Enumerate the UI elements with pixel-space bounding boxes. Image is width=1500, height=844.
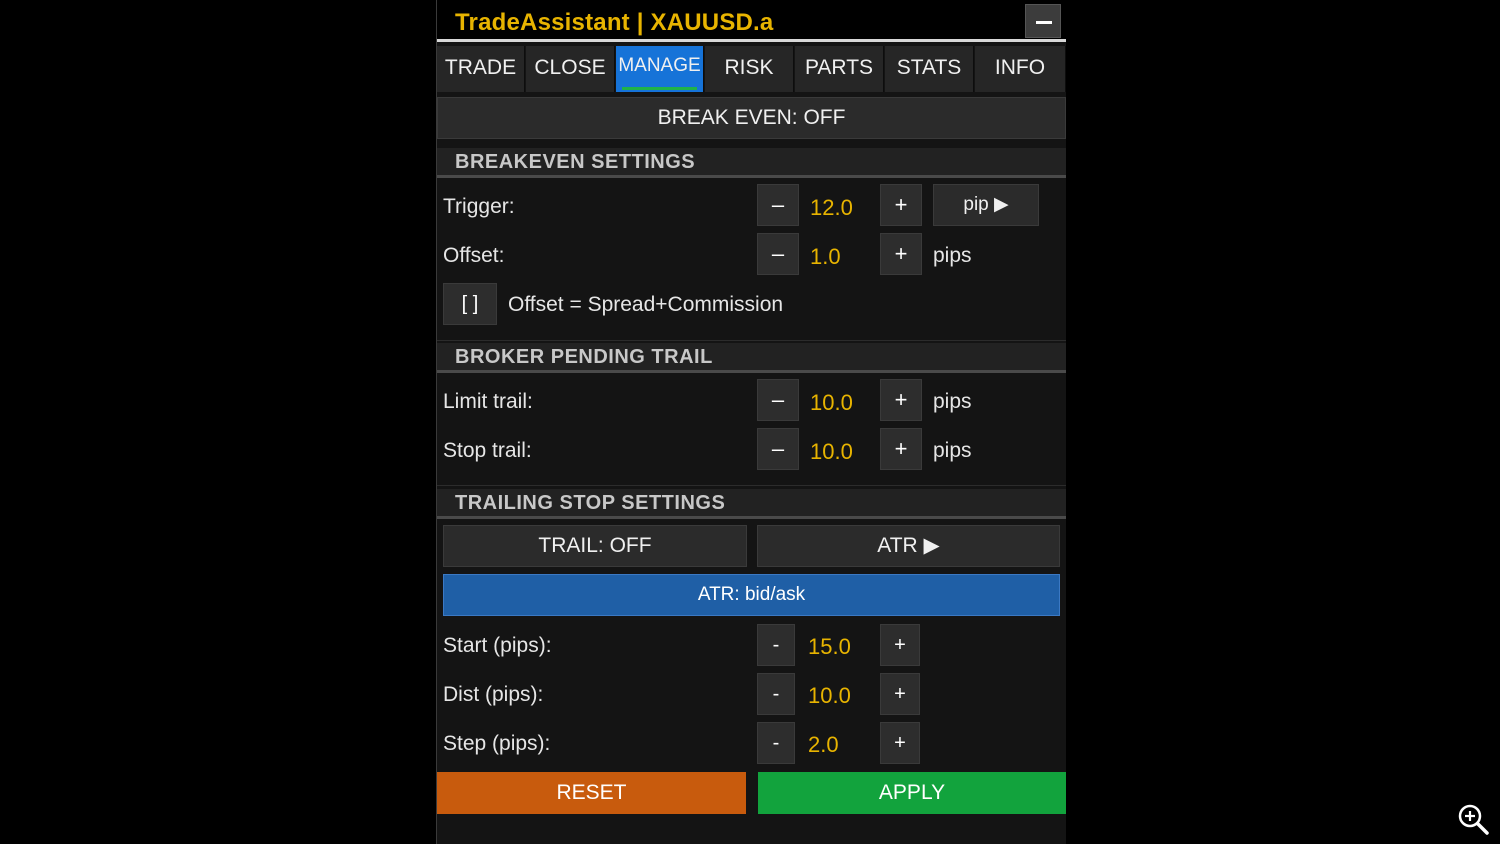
offset-increase-button[interactable]: + — [880, 233, 922, 275]
start-pips-label: Start (pips): — [443, 634, 552, 657]
limit-trail-increase-button[interactable]: + — [880, 379, 922, 421]
tab-manage[interactable]: MANAGE — [616, 46, 704, 92]
trail-toggle-button[interactable]: TRAIL: OFF — [443, 525, 747, 567]
start-increase-button[interactable]: + — [880, 624, 920, 666]
offset-decrease-button[interactable]: – — [757, 233, 799, 275]
trigger-increase-button[interactable]: + — [880, 184, 922, 226]
trigger-unit-button[interactable]: pip ▶ — [933, 184, 1039, 226]
limit-trail-decrease-button[interactable]: – — [757, 379, 799, 421]
title-bar: TradeAssistant | XAUUSD.a — [437, 0, 1066, 42]
stop-trail-increase-button[interactable]: + — [880, 428, 922, 470]
minimize-icon — [1036, 21, 1052, 24]
trailing-stop-settings-heading: TRAILING STOP SETTINGS — [437, 489, 1066, 519]
stop-trail-value[interactable]: 10.0 — [810, 439, 853, 465]
trigger-value[interactable]: 12.0 — [810, 195, 853, 221]
atr-mode-bar[interactable]: ATR: bid/ask — [443, 574, 1060, 616]
broker-pending-trail-section: Limit trail: – 10.0 + pips Stop trail: –… — [437, 373, 1066, 486]
step-value[interactable]: 2.0 — [808, 732, 839, 758]
start-value[interactable]: 15.0 — [808, 634, 851, 660]
trailing-stop-settings-section: TRAIL: OFF ATR ▶ ATR: bid/ask Start (pip… — [437, 519, 1066, 769]
tab-info[interactable]: INFO — [975, 46, 1066, 92]
trade-assistant-panel: TradeAssistant | XAUUSD.a TRADE CLOSE MA… — [436, 0, 1066, 844]
start-decrease-button[interactable]: - — [757, 624, 795, 666]
step-decrease-button[interactable]: - — [757, 722, 795, 764]
offset-label: Offset: — [443, 244, 505, 267]
broker-pending-trail-heading: BROKER PENDING TRAIL — [437, 343, 1066, 373]
tab-risk[interactable]: RISK — [705, 46, 794, 92]
tab-parts[interactable]: PARTS — [795, 46, 884, 92]
stop-trail-decrease-button[interactable]: – — [757, 428, 799, 470]
breakeven-settings-section: Trigger: – 12.0 + pip ▶ Offset: – 1.0 + … — [437, 178, 1066, 341]
apply-button[interactable]: APPLY — [758, 772, 1066, 814]
tab-bar: TRADE CLOSE MANAGE RISK PARTS STATS INFO — [437, 46, 1066, 92]
reset-button[interactable]: RESET — [437, 772, 746, 814]
tab-trade[interactable]: TRADE — [437, 46, 525, 92]
limit-trail-unit: pips — [933, 390, 972, 413]
dist-pips-label: Dist (pips): — [443, 683, 544, 706]
offset-spread-commission-label: Offset = Spread+Commission — [508, 293, 784, 316]
stop-trail-label: Stop trail: — [443, 439, 532, 462]
dist-increase-button[interactable]: + — [880, 673, 920, 715]
minimize-button[interactable] — [1025, 4, 1061, 38]
dist-decrease-button[interactable]: - — [757, 673, 795, 715]
trigger-label: Trigger: — [443, 195, 515, 218]
stop-trail-unit: pips — [933, 439, 972, 462]
panel-title: TradeAssistant | XAUUSD.a — [455, 9, 774, 36]
trigger-decrease-button[interactable]: – — [757, 184, 799, 226]
limit-trail-label: Limit trail: — [443, 390, 533, 413]
step-pips-label: Step (pips): — [443, 732, 551, 755]
limit-trail-value[interactable]: 10.0 — [810, 390, 853, 416]
trail-mode-button[interactable]: ATR ▶ — [757, 525, 1060, 567]
breakeven-settings-heading: BREAKEVEN SETTINGS — [437, 148, 1066, 178]
offset-spread-commission-checkbox[interactable]: [ ] — [443, 283, 497, 325]
tab-stats[interactable]: STATS — [885, 46, 974, 92]
offset-unit: pips — [933, 244, 972, 267]
dist-value[interactable]: 10.0 — [808, 683, 851, 709]
zoom-in-icon[interactable] — [1456, 802, 1490, 836]
tab-close[interactable]: CLOSE — [526, 46, 615, 92]
step-increase-button[interactable]: + — [880, 722, 920, 764]
break-even-toggle-button[interactable]: BREAK EVEN: OFF — [437, 97, 1066, 139]
offset-value[interactable]: 1.0 — [810, 244, 841, 270]
